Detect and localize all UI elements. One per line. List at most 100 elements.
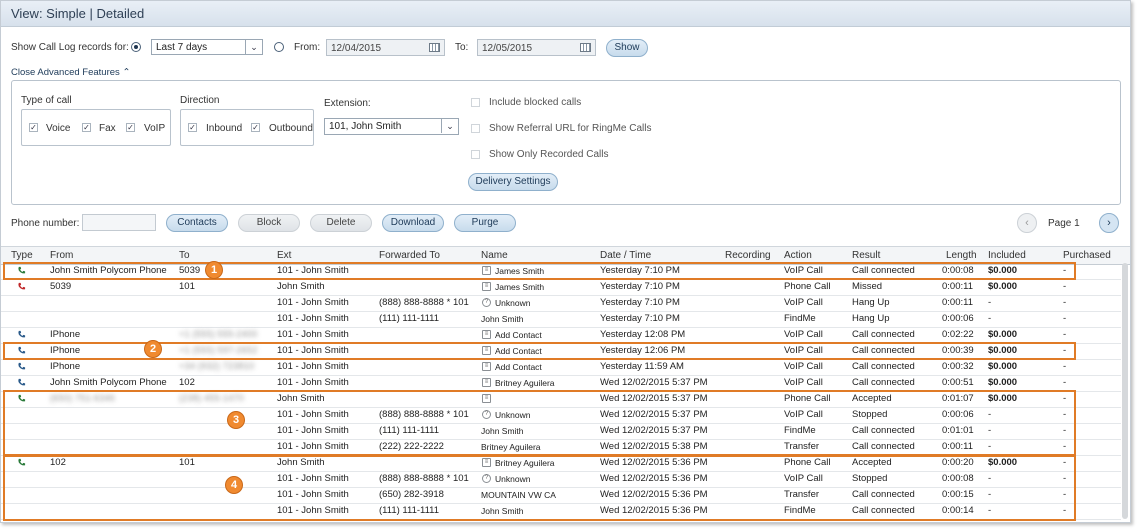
date-time-cell: Yesterday 7:10 PM bbox=[600, 281, 680, 292]
result-cell: Call connected bbox=[852, 329, 915, 340]
ext-cell: John Smith bbox=[277, 281, 325, 292]
to-cell: 101 bbox=[179, 281, 195, 292]
included-cell: - bbox=[988, 313, 992, 324]
col-included[interactable]: Included bbox=[988, 250, 1026, 261]
table-row[interactable]: IPhone +34 (932) 723810 101 - John Smith ≡ A… bbox=[1, 359, 1121, 376]
previous-page-button[interactable]: ‹ bbox=[1017, 213, 1037, 233]
length-cell: 0:00:51 bbox=[942, 377, 974, 388]
action-cell: FindMe bbox=[784, 313, 816, 324]
calendar-icon[interactable] bbox=[580, 43, 591, 52]
action-cell: VoIP Call bbox=[784, 361, 823, 372]
block-button[interactable]: Block bbox=[238, 214, 300, 232]
phone-number-input[interactable] bbox=[82, 214, 156, 231]
length-cell: 0:00:06 bbox=[942, 313, 974, 324]
length-cell: 0:02:22 bbox=[942, 329, 974, 340]
call-log-window: View: Simple | Detailed Show Call Log re… bbox=[0, 0, 1131, 523]
unknown-contact-icon[interactable]: ? bbox=[482, 298, 491, 307]
date-time-cell: Yesterday 11:59 AM bbox=[600, 361, 684, 372]
col-ext[interactable]: Ext bbox=[277, 250, 291, 261]
purchased-cell: - bbox=[1063, 329, 1067, 340]
period-select[interactable]: Last 7 days ⌄ bbox=[151, 39, 263, 55]
fax-label: Fax bbox=[99, 123, 116, 134]
recorded-calls-checkbox[interactable] bbox=[471, 150, 480, 159]
ext-cell: 101 - John Smith bbox=[277, 297, 349, 308]
table-row[interactable]: 101 - John Smith (111) 111-1111 John Smith… bbox=[1, 311, 1121, 328]
missed-call-icon bbox=[18, 282, 26, 290]
result-cell: Call connected bbox=[852, 361, 915, 372]
table-row[interactable]: 5039 101 John Smith ≡ James Smith Yesterday 7… bbox=[1, 279, 1121, 296]
voice-checkbox[interactable]: ✓ bbox=[29, 123, 38, 132]
purge-button[interactable]: Purge bbox=[454, 214, 516, 232]
included-cell: $0.000 bbox=[988, 377, 1018, 388]
calendar-icon[interactable] bbox=[429, 43, 440, 52]
delete-button[interactable]: Delete bbox=[310, 214, 372, 232]
direction-title: Direction bbox=[180, 95, 220, 106]
purchased-cell: - bbox=[1063, 313, 1067, 324]
col-date-time[interactable]: Date / Time bbox=[600, 250, 651, 261]
referral-url-label: Show Referral URL for RingMe Calls bbox=[489, 123, 652, 134]
callout-badge-4: 4 bbox=[225, 476, 243, 494]
extension-select[interactable]: 101, John Smith ⌄ bbox=[324, 118, 459, 135]
length-cell: 0:00:11 bbox=[942, 297, 973, 308]
purchased-cell: - bbox=[1063, 281, 1067, 292]
page-indicator: Page 1 bbox=[1048, 218, 1080, 229]
download-button[interactable]: Download bbox=[382, 214, 444, 232]
contact-card-icon[interactable]: ≡ bbox=[482, 282, 491, 291]
col-purchased[interactable]: Purchased bbox=[1063, 250, 1111, 261]
from-date-value: 12/04/2015 bbox=[331, 43, 382, 54]
date-time-cell: Yesterday 12:08 PM bbox=[600, 329, 686, 340]
contacts-button[interactable]: Contacts bbox=[166, 214, 228, 232]
fax-checkbox[interactable]: ✓ bbox=[82, 123, 91, 132]
chevron-down-icon: ⌄ bbox=[441, 119, 458, 133]
chevron-down-icon: ⌄ bbox=[245, 40, 262, 54]
name-cell: John Smith bbox=[481, 314, 524, 324]
to-cell: +34 (932) 723810 bbox=[179, 361, 255, 372]
result-cell: Hang Up bbox=[852, 313, 890, 324]
date-time-cell: Yesterday 7:10 PM bbox=[600, 297, 680, 308]
show-button[interactable]: Show bbox=[606, 39, 648, 57]
col-recording[interactable]: Recording bbox=[725, 250, 771, 261]
next-page-button[interactable]: › bbox=[1099, 213, 1119, 233]
close-advanced-link[interactable]: Close Advanced Features ⌃ bbox=[11, 67, 130, 78]
callout-badge-3: 3 bbox=[227, 411, 245, 429]
period-radio[interactable] bbox=[131, 42, 141, 52]
ext-cell: 101 - John Smith bbox=[277, 377, 349, 388]
col-length[interactable]: Length bbox=[946, 250, 977, 261]
delivery-settings-button[interactable]: Delivery Settings bbox=[468, 173, 558, 191]
to-date-field[interactable]: 12/05/2015 bbox=[477, 39, 596, 56]
title-bar: View: Simple | Detailed bbox=[1, 1, 1130, 27]
contact-card-icon[interactable]: ≡ bbox=[482, 362, 491, 371]
advanced-features-panel: Type of call ✓ Voice ✓ Fax ✓ VoIP Direct… bbox=[11, 80, 1121, 205]
voip-label: VoIP bbox=[144, 123, 166, 134]
show-records-label: Show Call Log records for: bbox=[11, 42, 129, 53]
voip-checkbox[interactable]: ✓ bbox=[126, 123, 135, 132]
date-range-radio[interactable] bbox=[274, 42, 284, 52]
action-cell: VoIP Call bbox=[784, 377, 823, 388]
view-title[interactable]: View: Simple | Detailed bbox=[11, 6, 144, 21]
from-label: From: bbox=[294, 42, 321, 53]
col-to[interactable]: To bbox=[179, 250, 190, 261]
referral-url-checkbox[interactable] bbox=[471, 124, 480, 133]
col-result[interactable]: Result bbox=[852, 250, 880, 261]
outgoing-call-icon bbox=[18, 330, 26, 338]
type-of-call-title: Type of call bbox=[21, 95, 72, 106]
inbound-checkbox[interactable]: ✓ bbox=[188, 123, 197, 132]
outbound-checkbox[interactable]: ✓ bbox=[251, 123, 260, 132]
table-row[interactable]: 101 - John Smith (888) 888-8888 * 101? Unk… bbox=[1, 295, 1121, 312]
include-blocked-checkbox[interactable] bbox=[471, 98, 480, 107]
col-name[interactable]: Name bbox=[481, 250, 508, 261]
to-cell: 102 bbox=[179, 377, 195, 388]
contact-card-icon[interactable]: ≡ bbox=[482, 330, 491, 339]
col-action[interactable]: Action bbox=[784, 250, 812, 261]
col-from[interactable]: From bbox=[50, 250, 73, 261]
table-scrollbar[interactable] bbox=[1122, 263, 1128, 519]
highlight-box-3 bbox=[3, 390, 1076, 456]
recorded-calls-label: Show Only Recorded Calls bbox=[489, 149, 609, 160]
outgoing-call-icon bbox=[18, 378, 26, 386]
col-type[interactable]: Type bbox=[11, 250, 33, 261]
name-cell: James Smith bbox=[495, 282, 545, 292]
from-cell: IPhone bbox=[50, 329, 81, 340]
contact-card-icon[interactable]: ≡ bbox=[482, 378, 491, 387]
col-forwarded-to[interactable]: Forwarded To bbox=[379, 250, 440, 261]
from-date-field[interactable]: 12/04/2015 bbox=[326, 39, 445, 56]
